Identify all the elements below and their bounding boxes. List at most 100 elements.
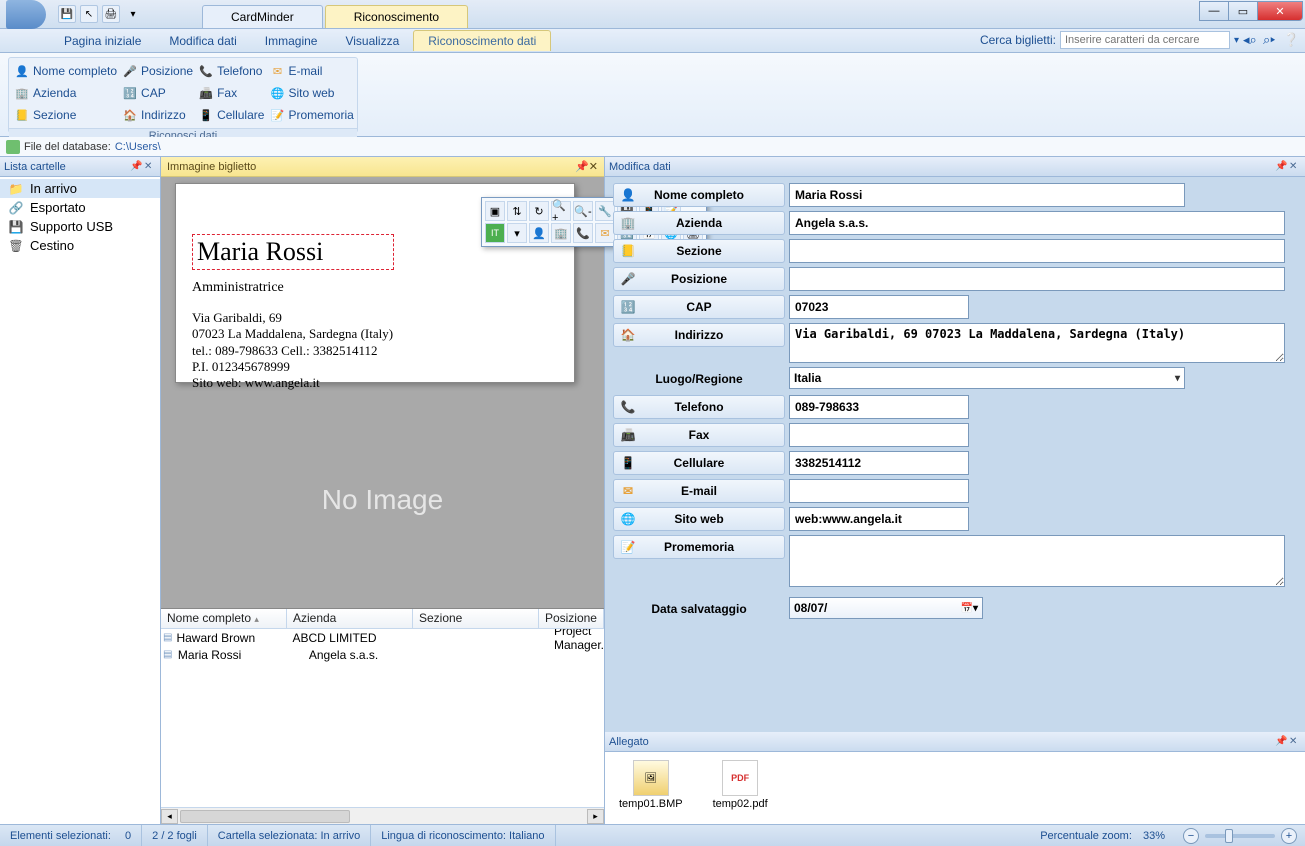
fld-posizione-label[interactable]: 🎤Posizione (613, 267, 785, 291)
folder-usb[interactable]: 💾Supporto USB (0, 217, 160, 236)
rbn-nome[interactable]: 👤Nome completo (15, 61, 117, 81)
ft-dropdown-icon[interactable]: ▾ (507, 223, 527, 243)
fld-telefono[interactable] (789, 395, 969, 419)
recognized-name-box[interactable]: Maria Rossi (192, 234, 394, 270)
rbn-email[interactable]: ✉E-mail (270, 61, 353, 81)
fld-telefono-label[interactable]: 📞Telefono (613, 395, 785, 419)
qat-save-icon[interactable]: 💾 (58, 5, 76, 23)
qat-pointer-icon[interactable]: ↖ (80, 5, 98, 23)
folder-inbox[interactable]: 📁In arrivo (0, 179, 160, 198)
col-posizione[interactable]: Posizione (539, 609, 604, 628)
close-icon[interactable]: ✕ (589, 160, 598, 173)
col-sezione[interactable]: Sezione (413, 609, 539, 628)
ft-move-icon[interactable]: ⇅ (507, 201, 527, 221)
fld-cellulare[interactable] (789, 451, 969, 475)
fld-cap[interactable] (789, 295, 969, 319)
rbn-posizione[interactable]: 🎤Posizione (123, 61, 193, 81)
fld-azienda[interactable] (789, 211, 1285, 235)
fld-nome[interactable] (789, 183, 1185, 207)
fld-posizione[interactable] (789, 267, 1285, 291)
fld-email-label[interactable]: ✉E-mail (613, 479, 785, 503)
fld-sito-label[interactable]: 🌐Sito web (613, 507, 785, 531)
zoom-slider[interactable] (1205, 834, 1275, 838)
rbn-azienda[interactable]: 🏢Azienda (15, 83, 117, 103)
search-dropdown-icon[interactable]: ▾ (1234, 35, 1239, 46)
rbn-sito[interactable]: 🌐Sito web (270, 83, 353, 103)
ft-phone-icon[interactable]: 📞 (573, 223, 593, 243)
fld-cap-label[interactable]: 🔢CAP (613, 295, 785, 319)
folder-exported[interactable]: 🔗Esportato (0, 198, 160, 217)
ft-zoom-out-icon[interactable]: 🔍- (573, 201, 593, 221)
fld-sito[interactable] (789, 507, 969, 531)
ft-select-icon[interactable]: ▣ (485, 201, 505, 221)
fld-data-label: Data salvataggio (613, 597, 785, 621)
ft-tool-icon[interactable]: 🔧 (595, 201, 615, 221)
scroll-left-icon[interactable]: ◂ (161, 809, 178, 824)
qat-dropdown-icon[interactable]: ▾ (124, 5, 142, 23)
pin-icon[interactable]: 📌 (575, 160, 589, 173)
search-forward-icon[interactable]: ⌕▸ (1263, 32, 1279, 48)
horizontal-scrollbar[interactable]: ◂ ▸ (161, 807, 604, 824)
zoom-thumb[interactable] (1225, 829, 1233, 843)
rbn-fax[interactable]: 📠Fax (199, 83, 264, 103)
ft-zoom-in-icon[interactable]: 🔍+ (551, 201, 571, 221)
mail-icon: ✉ (270, 64, 284, 78)
fld-fax[interactable] (789, 423, 969, 447)
table-row[interactable]: ▤ Maria Rossi Angela s.a.s. (161, 646, 604, 663)
ft-lang-icon[interactable]: IT (485, 223, 505, 243)
search-back-icon[interactable]: ◂⌕ (1243, 32, 1259, 48)
fld-data[interactable]: 08/07/ (789, 597, 983, 619)
scroll-right-icon[interactable]: ▸ (587, 809, 604, 824)
folder-trash[interactable]: 🗑Cestino (0, 236, 160, 255)
qat-print-icon[interactable]: 🖨 (102, 5, 120, 23)
fld-fax-label[interactable]: 📠Fax (613, 423, 785, 447)
fld-luogo[interactable]: Italia (789, 367, 1185, 389)
fld-sezione-label[interactable]: 📒Sezione (613, 239, 785, 263)
scroll-thumb[interactable] (180, 810, 350, 823)
col-nome[interactable]: Nome completo ▴ (161, 609, 287, 628)
fld-indirizzo-label[interactable]: 🏠Indirizzo (613, 323, 785, 347)
minimize-button[interactable]: — (1199, 1, 1229, 21)
rbn-cap[interactable]: 🔢CAP (123, 83, 193, 103)
ft-mail-icon[interactable]: ✉ (595, 223, 615, 243)
fld-cellulare-label[interactable]: 📱Cellulare (613, 451, 785, 475)
fld-azienda-label[interactable]: 🏢Azienda (613, 211, 785, 235)
table-row[interactable]: ▤ Haward Brown ABCD LIMITED Project Mana… (161, 629, 604, 646)
close-icon[interactable]: ✕ (1289, 161, 1301, 173)
tab-image[interactable]: Immagine (251, 31, 332, 51)
tab-home[interactable]: Pagina iniziale (50, 31, 155, 51)
fld-sezione[interactable] (789, 239, 1285, 263)
fld-indirizzo[interactable] (789, 323, 1285, 363)
rbn-cellulare[interactable]: 📱Cellulare (199, 105, 264, 125)
tab-view[interactable]: Visualizza (331, 31, 413, 51)
fld-memo[interactable] (789, 535, 1285, 587)
help-icon[interactable]: ❔ (1283, 32, 1299, 48)
close-button[interactable]: ✕ (1257, 1, 1303, 21)
fld-memo-label[interactable]: 📝Promemoria (613, 535, 785, 559)
attachment-item[interactable]: 🖼 temp01.BMP (619, 760, 683, 816)
fld-email[interactable] (789, 479, 969, 503)
app-menu-button[interactable] (6, 0, 46, 29)
close-icon[interactable]: ✕ (1289, 736, 1301, 748)
maximize-button[interactable]: ▭ (1228, 1, 1258, 21)
ft-rotate-icon[interactable]: ↻ (529, 201, 549, 221)
rbn-sezione[interactable]: 📒Sezione (15, 105, 117, 125)
rbn-indirizzo[interactable]: 🏠Indirizzo (123, 105, 193, 125)
pin-icon[interactable]: 📌 (1275, 161, 1287, 173)
zoom-out-button[interactable]: − (1183, 828, 1199, 844)
tab-edit-data[interactable]: Modifica dati (155, 31, 250, 51)
close-icon[interactable]: ✕ (144, 161, 156, 173)
fld-nome-label[interactable]: 👤Nome completo (613, 183, 785, 207)
pin-icon[interactable]: 📌 (1275, 736, 1287, 748)
attachment-item[interactable]: PDF temp02.pdf (713, 760, 768, 816)
col-azienda[interactable]: Azienda (287, 609, 413, 628)
ft-person-icon[interactable]: 👤 (529, 223, 549, 243)
search-input[interactable] (1060, 31, 1230, 49)
rbn-memo[interactable]: 📝Promemoria (270, 105, 353, 125)
zoom-in-button[interactable]: + (1281, 828, 1297, 844)
title-tab-context: Riconoscimento (325, 5, 468, 28)
tab-recognition[interactable]: Riconoscimento dati (413, 30, 551, 51)
rbn-telefono[interactable]: 📞Telefono (199, 61, 264, 81)
pin-icon[interactable]: 📌 (130, 161, 142, 173)
ft-building-icon[interactable]: 🏢 (551, 223, 571, 243)
